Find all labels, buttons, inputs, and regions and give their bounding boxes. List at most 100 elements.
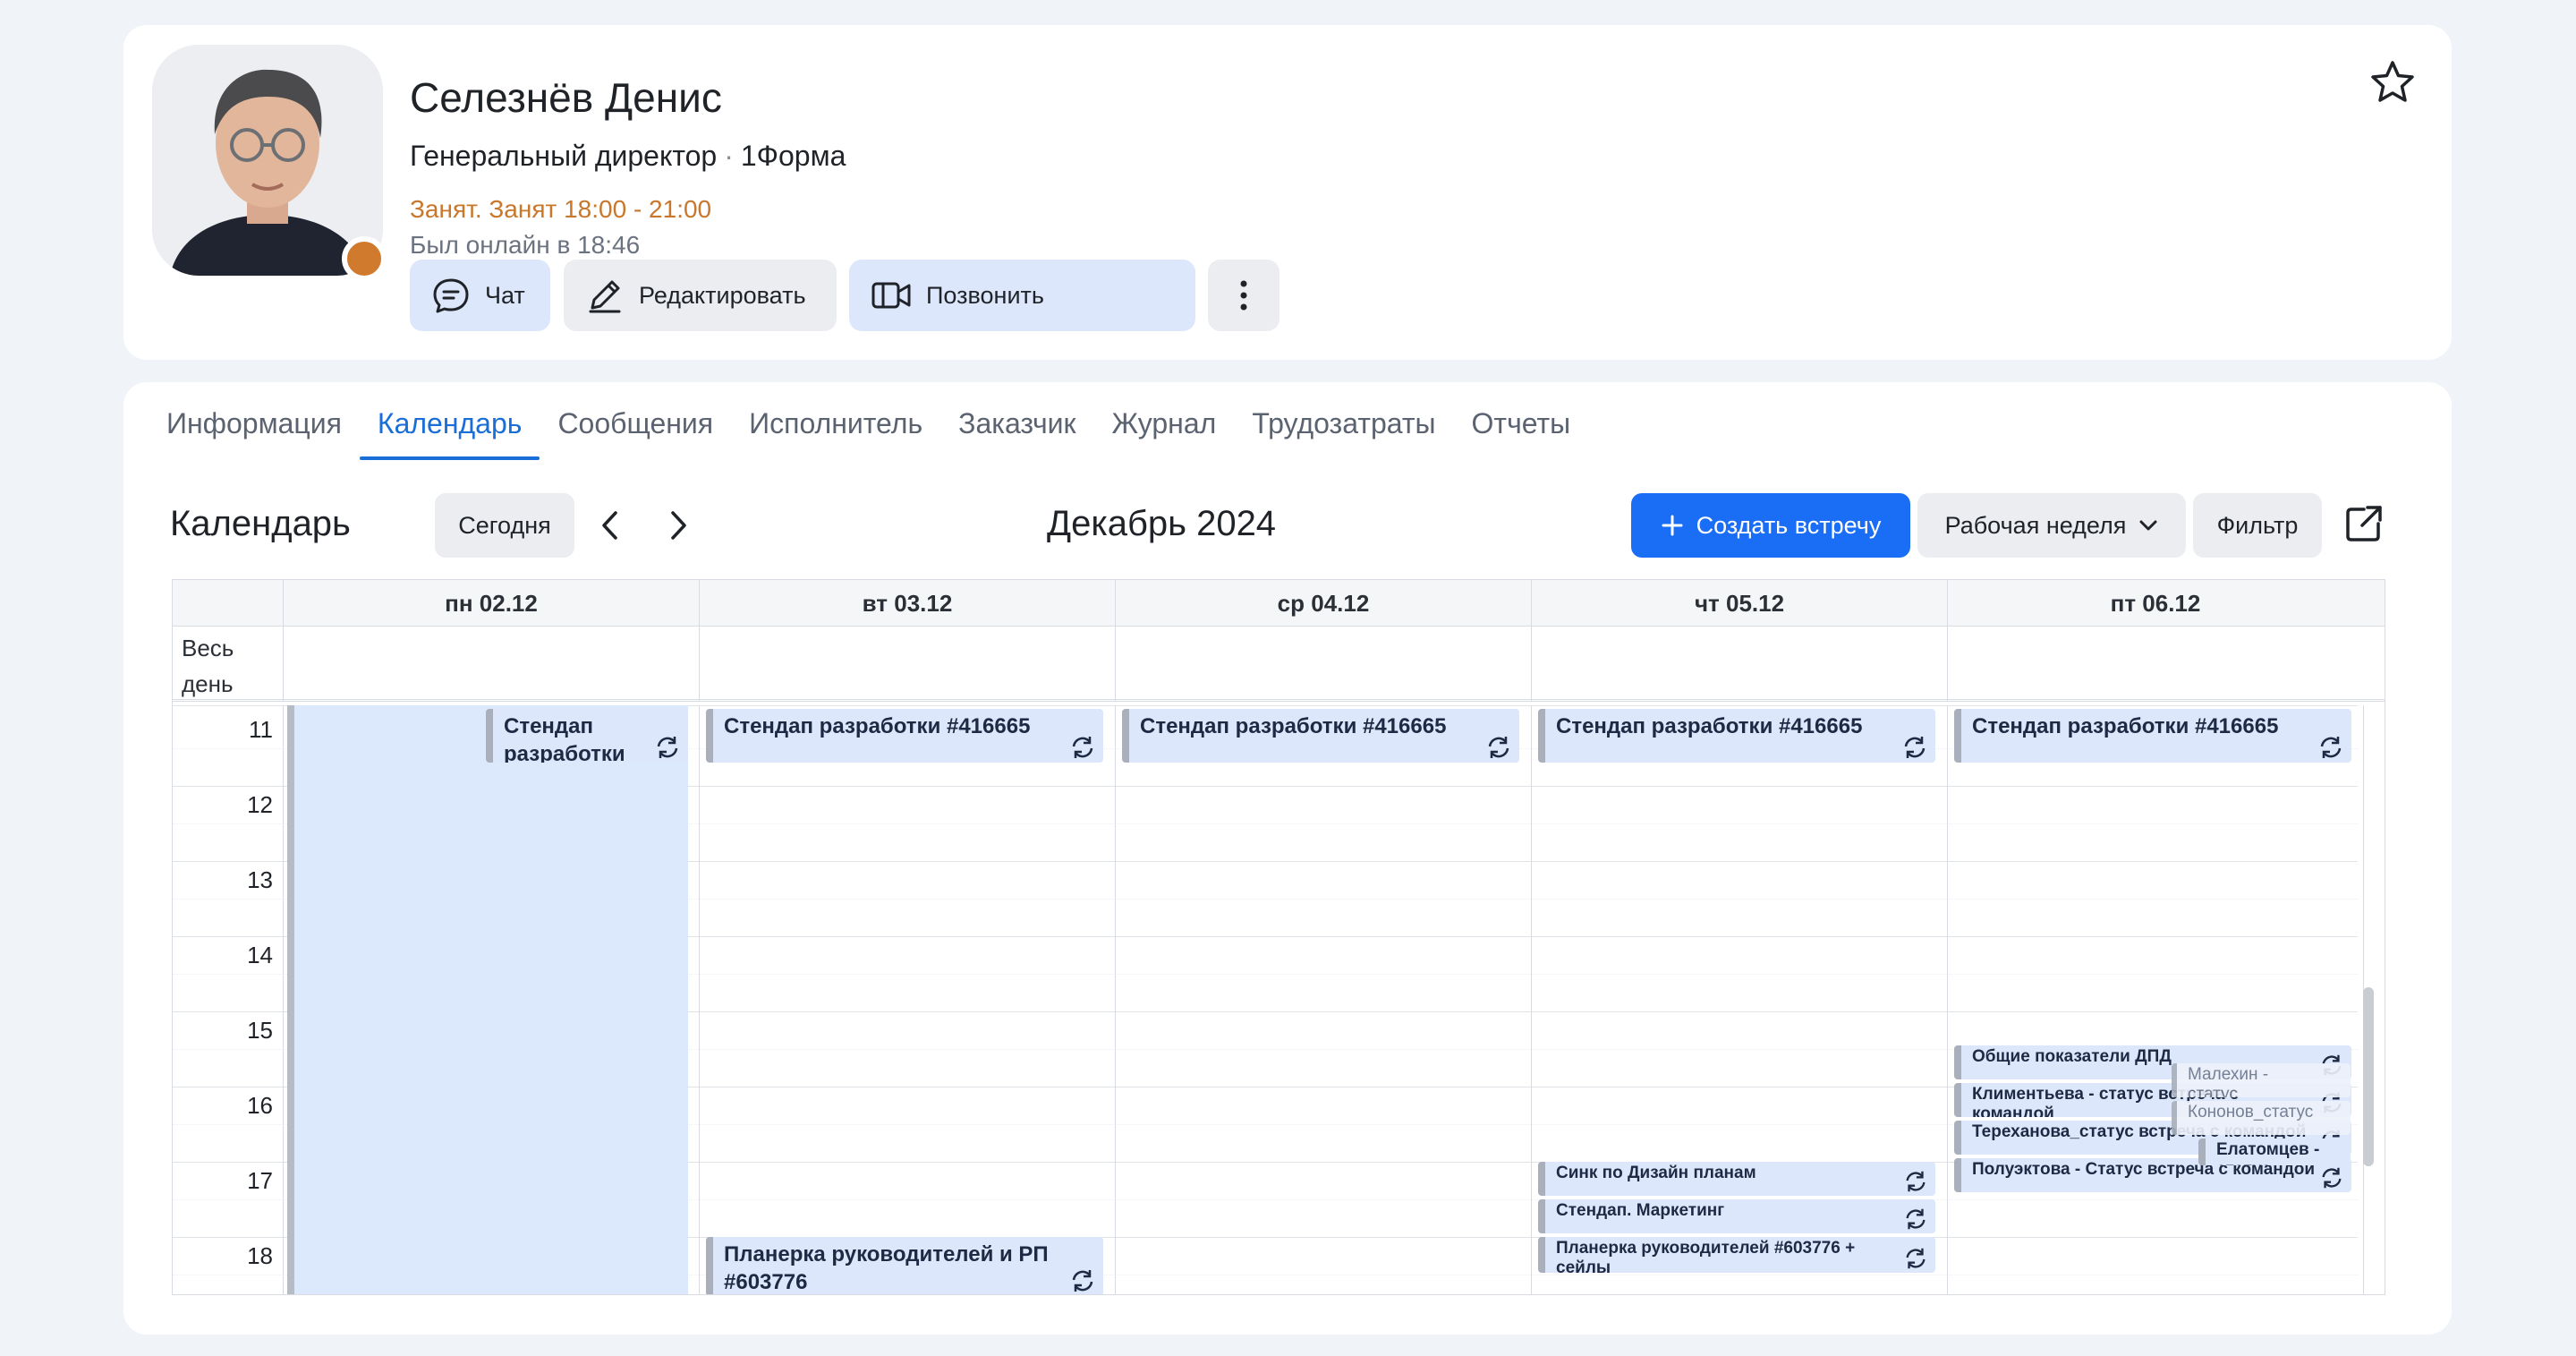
external-link-icon[interactable] <box>2344 504 2384 543</box>
repeat-icon <box>1906 1208 1926 1230</box>
column-divider <box>699 705 700 1294</box>
calendar-title: Календарь <box>170 504 351 543</box>
call-button-label: Позвонить <box>926 281 1044 309</box>
column-divider <box>1531 705 1532 1294</box>
event-title: Стендап разработки #416665 <box>1556 714 1863 738</box>
calendar-grid: пн 02.12 вт 03.12 ср 04.12 чт 05.12 пт 0… <box>172 579 2385 1295</box>
all-day-cell[interactable] <box>283 627 699 702</box>
profile-position: Генеральный директор <box>410 140 718 172</box>
filter-button[interactable]: Фильтр <box>2193 493 2322 558</box>
hour-label: 16 <box>247 1092 273 1119</box>
profile-card: Селезнёв Денис Генеральный директор · 1Фор… <box>123 25 2452 360</box>
repeat-icon <box>1906 1248 1926 1269</box>
event-fri-malekhin[interactable]: Малехин - статус <box>2172 1063 2351 1097</box>
repeat-icon <box>2322 1167 2342 1189</box>
more-button[interactable] <box>1208 260 1279 331</box>
day-header-thu[interactable]: чт 05.12 <box>1531 580 1947 627</box>
event-title: Планерка руководителей #603776 + сейлы <box>1556 1239 1856 1273</box>
view-select[interactable]: Рабочая неделя <box>1917 493 2186 558</box>
event-tue-planning[interactable]: Планерка руководителей и РП #603776 <box>706 1237 1103 1294</box>
view-select-label: Рабочая неделя <box>1944 511 2127 539</box>
event-title: Стендап разработки #416665 <box>1140 714 1447 738</box>
busy-status: Занят. Занят 18:00 - 21:00 <box>410 195 712 223</box>
tab-calendar[interactable]: Календарь <box>359 402 540 460</box>
all-day-cell[interactable] <box>699 627 1115 702</box>
repeat-icon <box>1904 737 1926 758</box>
tab-information[interactable]: Информация <box>166 402 360 460</box>
video-camera-icon <box>871 282 911 309</box>
chat-button-label: Чат <box>485 281 525 309</box>
hour-label: 12 <box>247 791 273 818</box>
event-fri-elatomtsev[interactable]: Елатомцев - статус <box>2198 1139 2351 1165</box>
day-header-tue[interactable]: вт 03.12 <box>699 580 1115 627</box>
all-day-label: Весь день <box>182 635 234 697</box>
tab-executor[interactable]: Исполнитель <box>731 402 940 460</box>
create-meeting-button[interactable]: Создать встречу <box>1631 493 1910 558</box>
repeat-icon <box>1072 1270 1093 1292</box>
current-month: Декабрь 2024 <box>1047 504 1277 543</box>
tab-bar: Информация Календарь Сообщения Исполните… <box>166 402 1588 460</box>
pencil-icon <box>589 280 621 313</box>
chevron-right-icon[interactable] <box>666 509 691 542</box>
chat-button[interactable]: Чат <box>410 260 550 331</box>
repeat-icon <box>2320 737 2342 758</box>
hour-label: 18 <box>247 1242 273 1269</box>
tab-reports[interactable]: Отчеты <box>1454 402 1589 460</box>
scrollbar[interactable] <box>2363 987 2374 1166</box>
hour-label: 17 <box>247 1167 273 1194</box>
tab-customer[interactable]: Заказчик <box>940 402 1093 460</box>
all-day-cell[interactable] <box>1947 627 2363 702</box>
event-wed-standup[interactable]: Стендап разработки #416665 <box>1122 709 1519 763</box>
day-header-mon[interactable]: пн 02.12 <box>283 580 699 627</box>
last-seen: Был онлайн в 18:46 <box>410 231 641 259</box>
busy-block[interactable] <box>287 705 688 1294</box>
event-fri-standup[interactable]: Стендап разработки #416665 <box>1954 709 2351 763</box>
chevron-down-icon <box>2139 520 2157 531</box>
create-meeting-label: Создать встречу <box>1696 511 1882 539</box>
call-button[interactable]: Позвонить <box>849 260 1195 331</box>
tab-labor-costs[interactable]: Трудозатраты <box>1234 402 1453 460</box>
chevron-left-icon[interactable] <box>598 509 623 542</box>
all-day-row: Весь день <box>173 627 2385 702</box>
today-button[interactable]: Сегодня <box>435 493 574 558</box>
event-title: Стендап разработки <box>504 714 625 763</box>
column-divider <box>283 705 284 1294</box>
column-divider <box>1115 705 1116 1294</box>
event-mon-standup[interactable]: Стендап разработки <box>486 709 688 763</box>
repeat-icon <box>1488 737 1509 758</box>
event-thu-marketing[interactable]: Стендап. Маркетинг <box>1538 1199 1935 1233</box>
day-header-fri[interactable]: пт 06.12 <box>1947 580 2363 627</box>
time-grid: 11 12 13 14 15 16 17 18 Стендап разработ… <box>173 705 2385 1294</box>
event-title: Стендап. Маркетинг <box>1556 1201 1725 1220</box>
avatar <box>152 45 383 276</box>
tab-messages[interactable]: Сообщения <box>540 402 731 460</box>
separator-dot: · <box>724 140 734 172</box>
event-tue-standup[interactable]: Стендап разработки #416665 <box>706 709 1103 763</box>
calendar-panel: Информация Календарь Сообщения Исполните… <box>123 382 2452 1335</box>
day-header-wed[interactable]: ср 04.12 <box>1115 580 1531 627</box>
hour-label: 13 <box>247 866 273 893</box>
event-thu-sync[interactable]: Синк по Дизайн планам <box>1538 1162 1935 1196</box>
event-title: Малехин - статус <box>2188 1065 2269 1097</box>
profile-company[interactable]: 1Форма <box>741 140 846 172</box>
all-day-cell[interactable] <box>1115 627 1531 702</box>
hour-label: 15 <box>247 1017 273 1044</box>
edit-button[interactable]: Редактировать <box>564 260 837 331</box>
event-title: Синк по Дизайн планам <box>1556 1164 1756 1182</box>
event-thu-standup[interactable]: Стендап разработки #416665 <box>1538 709 1935 763</box>
star-icon[interactable] <box>2368 57 2418 107</box>
status-indicator <box>342 236 387 281</box>
event-thu-planning[interactable]: Планерка руководителей #603776 + сейлы <box>1538 1237 1935 1273</box>
event-fri-kononov[interactable]: Кононов_статус <box>2172 1101 2351 1135</box>
all-day-cell[interactable] <box>1531 627 1947 702</box>
tab-journal[interactable]: Журнал <box>1094 402 1235 460</box>
repeat-icon <box>1072 737 1093 758</box>
event-title: Планерка руководителей и РП #603776 <box>724 1242 1049 1294</box>
plus-icon <box>1662 515 1683 536</box>
event-title: Стендап разработки #416665 <box>724 714 1031 738</box>
more-vertical-icon <box>1240 280 1247 311</box>
event-title: Кононов_статус <box>2188 1103 2314 1121</box>
profile-position-line: Генеральный директор · 1Форма <box>410 140 846 173</box>
event-title: Стендап разработки #416665 <box>1972 714 2279 738</box>
event-title: Елатомцев - статус <box>2216 1140 2320 1165</box>
